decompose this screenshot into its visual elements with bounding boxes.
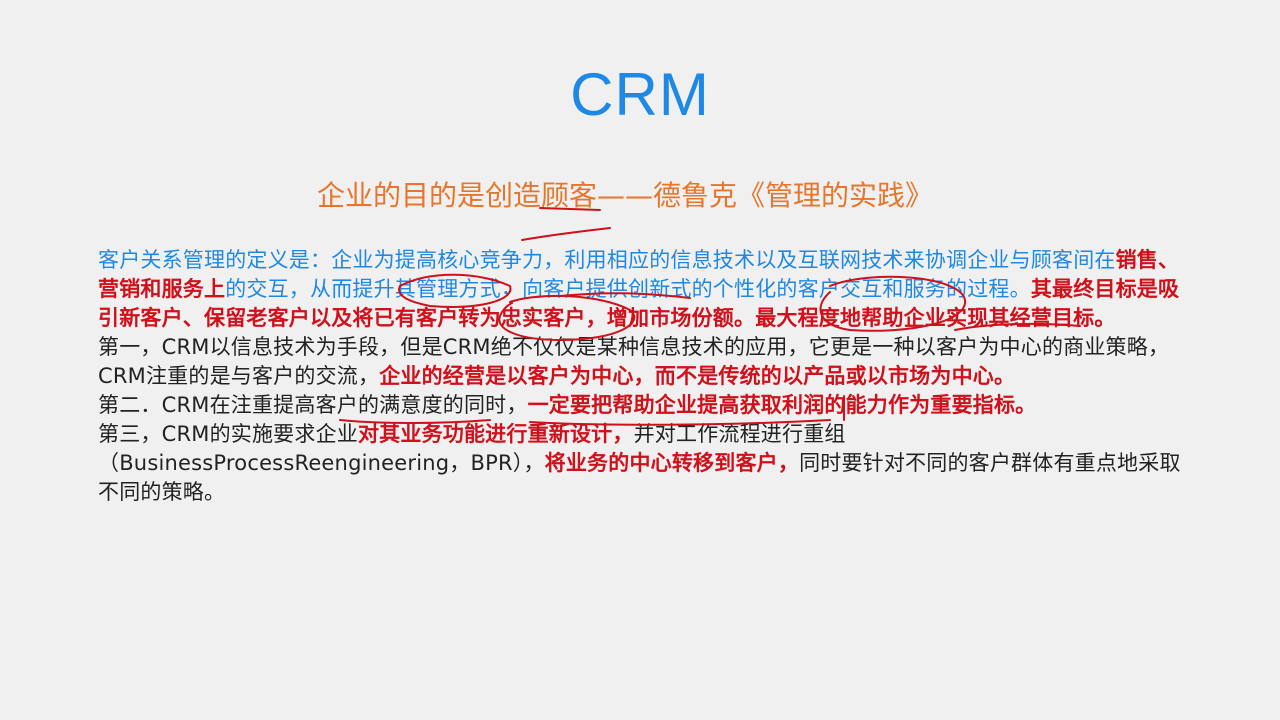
strike-competitiveness: [521, 227, 611, 241]
definition-text: 客户关系管理的定义是：企业为提高核心竞争力，利用相应的信息技术以及互联网技术来协…: [98, 248, 1116, 272]
point-third-highlight-customer: 将业务的中心转移到客户，: [544, 451, 800, 475]
point-third: 第三，CRM的实施要求企业对其业务功能进行重新设计，并对工作流程进行重组（Bus…: [98, 420, 1188, 507]
definition-text-continued: 的交互，从而提升其管理方式，向客户提供创新式的个性化的客户交互和服务的过程。: [225, 277, 1031, 301]
point-third-text: 第三，CRM的实施要求企业: [98, 422, 358, 446]
slide: CRM 企业的目的是创造顾客——德鲁克《管理的实践》 客户关系管理的定义是：企业…: [0, 0, 1280, 720]
slide-subtitle: 企业的目的是创造顾客——德鲁克《管理的实践》: [316, 179, 933, 212]
slide-body: 客户关系管理的定义是：企业为提高核心竞争力，利用相应的信息技术以及互联网技术来协…: [98, 246, 1188, 507]
point-first: 第一，CRM以信息技术为手段，但是CRM绝不仅仅是某种信息技术的应用，它更是一种…: [98, 333, 1188, 391]
point-first-highlight: 企业的经营是以客户为中心，而不是传统的以产品或以市场为中心。: [379, 364, 1016, 388]
point-third-highlight-redesign: 对其业务功能进行重新设计，: [357, 422, 634, 446]
definition-paragraph: 客户关系管理的定义是：企业为提高核心竞争力，利用相应的信息技术以及互联网技术来协…: [98, 246, 1188, 333]
point-second-text: 第二．CRM在注重提高客户的满意度的同时，: [98, 393, 528, 417]
point-second-highlight: 一定要把帮助企业提高获取利润的能力作为重要指标。: [527, 393, 1037, 417]
slide-title: CRM: [570, 61, 710, 128]
point-second: 第二．CRM在注重提高客户的满意度的同时，一定要把帮助企业提高获取利润的能力作为…: [98, 391, 1188, 420]
